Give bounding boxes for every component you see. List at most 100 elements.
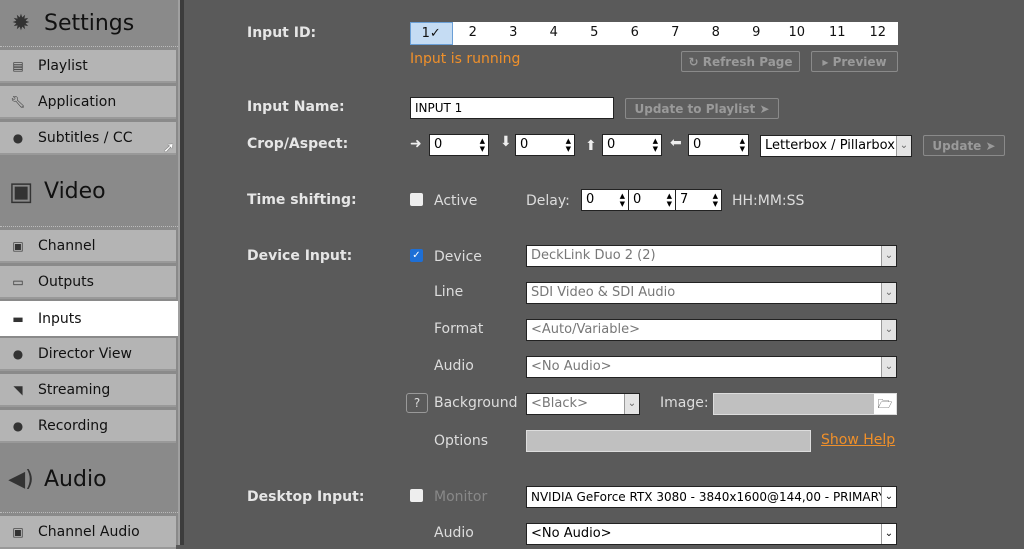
- time-format-label: HH:MM:SS: [732, 193, 805, 209]
- monitor-select[interactable]: NVIDIA GeForce RTX 3080 - 3840x1600@144,…: [526, 486, 897, 508]
- crop-update-button[interactable]: Update ➤: [923, 135, 1005, 156]
- monitor-checkbox[interactable]: [410, 489, 423, 502]
- crop-right-stepper[interactable]: 0 ▲ ▼: [429, 134, 489, 156]
- sidebar-item-inputs[interactable]: ▬ Inputs: [0, 301, 180, 336]
- sidebar-item-channel-audio[interactable]: ▣ Channel Audio: [0, 516, 176, 549]
- preview-button[interactable]: ▸ Preview: [811, 51, 898, 72]
- sidebar-item-label: Channel: [38, 237, 96, 254]
- device-input-label: Device Input:: [247, 248, 353, 264]
- aspect-value: Letterbox / Pillarbox: [765, 138, 895, 153]
- crop-up-stepper[interactable]: 0 ▲ ▼: [602, 134, 662, 156]
- sidebar-item-label: Director View: [38, 345, 132, 362]
- sidebar-item-subtitles[interactable]: ● Subtitles / CC: [0, 122, 176, 155]
- input-id-tab-1[interactable]: 1✓: [410, 22, 453, 45]
- chevron-down-icon: ⌄: [881, 357, 896, 377]
- refresh-page-button[interactable]: ↻ Refresh Page: [681, 51, 800, 72]
- delay-minutes-stepper[interactable]: 0 ▲ ▼: [628, 189, 676, 211]
- crop-aspect-label: Crop/Aspect:: [247, 136, 349, 152]
- background-value: <Black>: [531, 396, 588, 411]
- record-icon: ●: [12, 418, 24, 433]
- monitor-value: NVIDIA GeForce RTX 3080 - 3840x1600@144,…: [531, 490, 886, 504]
- image-field[interactable]: 🗁: [713, 393, 897, 415]
- seconds-value: 7: [680, 192, 689, 207]
- aspect-select[interactable]: Letterbox / Pillarbox ⌄: [760, 135, 912, 157]
- input-id-tab-11[interactable]: 11: [817, 22, 858, 45]
- sidebar-item-channel[interactable]: ▣ Channel: [0, 230, 176, 263]
- device-audio-select[interactable]: <No Audio> ⌄: [526, 356, 897, 378]
- update-to-playlist-button[interactable]: Update to Playlist ➤: [625, 98, 779, 119]
- monitor-icon: ▭: [12, 274, 24, 289]
- input-id-tabs: 1✓ 2 3 4 5 6 7 8 9 10 11 12: [410, 22, 898, 45]
- settings-header-label: Settings: [44, 10, 135, 36]
- tv-icon: ▣: [12, 238, 24, 253]
- arrow-left-icon: ⬅: [670, 135, 682, 151]
- input-id-tab-8[interactable]: 8: [696, 22, 737, 45]
- hours-value: 0: [586, 192, 595, 207]
- chevron-down-icon: ⌄: [881, 283, 896, 303]
- desktop-audio-select[interactable]: <No Audio> ⌄: [526, 523, 897, 545]
- folder-open-icon[interactable]: 🗁: [874, 394, 896, 414]
- sidebar-scrollbar[interactable]: [178, 0, 184, 545]
- sidebar-item-application[interactable]: 🔧︎ Application: [0, 86, 176, 119]
- crop-value: 0: [607, 137, 616, 152]
- delay-hours-stepper[interactable]: 0 ▲ ▼: [581, 189, 629, 211]
- input-name-label: Input Name:: [247, 99, 345, 115]
- crop-left-stepper[interactable]: 0 ▲ ▼: [688, 134, 749, 156]
- sidebar-item-label: Recording: [38, 417, 109, 434]
- wrench-icon: 🔧︎: [10, 94, 26, 109]
- options-field[interactable]: [526, 430, 811, 452]
- tv-icon: ▣: [12, 524, 24, 539]
- chevron-down-icon: ⌄: [881, 524, 896, 544]
- input-id-tab-2[interactable]: 2: [453, 22, 494, 45]
- format-label: Format: [434, 321, 484, 337]
- sidebar-item-playlist[interactable]: ▤ Playlist: [0, 50, 176, 83]
- input-id-tab-4[interactable]: 4: [534, 22, 575, 45]
- time-shift-active-checkbox[interactable]: [410, 193, 423, 206]
- desktop-audio-label: Audio: [434, 525, 474, 541]
- background-select[interactable]: <Black> ⌄: [526, 393, 640, 415]
- line-select[interactable]: SDI Video & SDI Audio ⌄: [526, 282, 897, 304]
- gear-icon: ✹: [11, 10, 31, 36]
- sidebar-item-streaming[interactable]: ◥ Streaming: [0, 374, 176, 407]
- input-id-tab-6[interactable]: 6: [615, 22, 656, 45]
- help-button[interactable]: ?: [406, 393, 428, 413]
- device-select[interactable]: DeckLink Duo 2 (2) ⌄: [526, 245, 897, 267]
- image-label: Image:: [660, 395, 709, 411]
- background-label: Background: [434, 395, 518, 411]
- crop-down-stepper[interactable]: 0 ▲ ▼: [515, 134, 575, 156]
- chevron-down-icon: ⌄: [896, 136, 911, 156]
- chevron-down-icon: ⌄: [881, 320, 896, 340]
- desktop-input-label: Desktop Input:: [247, 489, 365, 505]
- sidebar-item-label: Outputs: [38, 273, 94, 290]
- input-id-tab-9[interactable]: 9: [736, 22, 777, 45]
- arrow-right-icon: ➜: [410, 136, 422, 152]
- show-help-link[interactable]: Show Help: [821, 432, 895, 448]
- input-id-tab-3[interactable]: 3: [493, 22, 534, 45]
- format-select[interactable]: <Auto/Variable> ⌄: [526, 319, 897, 341]
- line-value: SDI Video & SDI Audio: [531, 285, 676, 300]
- sidebar-item-label: Streaming: [38, 381, 111, 398]
- sidebar: ✹ Settings ▤ Playlist 🔧︎ Application ● Subti…: [0, 0, 180, 549]
- device-checkbox[interactable]: ✓: [410, 249, 423, 262]
- crop-value: 0: [520, 137, 529, 152]
- sidebar-item-director-view[interactable]: ● Director View: [0, 338, 176, 371]
- input-id-tab-12[interactable]: 12: [858, 22, 899, 45]
- sidebar-item-label: Application: [38, 93, 117, 110]
- sidebar-item-label: Playlist: [38, 57, 88, 74]
- line-label: Line: [434, 284, 464, 300]
- input-id-tab-7[interactable]: 7: [655, 22, 696, 45]
- options-label: Options: [434, 433, 489, 449]
- speech-bubbles-icon: ●: [12, 130, 24, 145]
- input-id-tab-5[interactable]: 5: [574, 22, 615, 45]
- camera-icon: ▬: [12, 311, 24, 326]
- input-name-field[interactable]: INPUT 1: [410, 97, 614, 119]
- sidebar-item-recording[interactable]: ● Recording: [0, 410, 176, 443]
- input-id-tab-10[interactable]: 10: [777, 22, 818, 45]
- time-shifting-label: Time shifting:: [247, 192, 357, 208]
- sidebar-item-outputs[interactable]: ▭ Outputs: [0, 266, 176, 299]
- rss-icon: ◥: [13, 382, 23, 397]
- mouse-cursor-icon: ➚: [163, 140, 175, 156]
- sidebar-item-label: Channel Audio: [38, 523, 140, 540]
- arrow-up-icon: ⬆: [585, 138, 597, 154]
- delay-seconds-stepper[interactable]: 7 ▲ ▼: [675, 189, 722, 211]
